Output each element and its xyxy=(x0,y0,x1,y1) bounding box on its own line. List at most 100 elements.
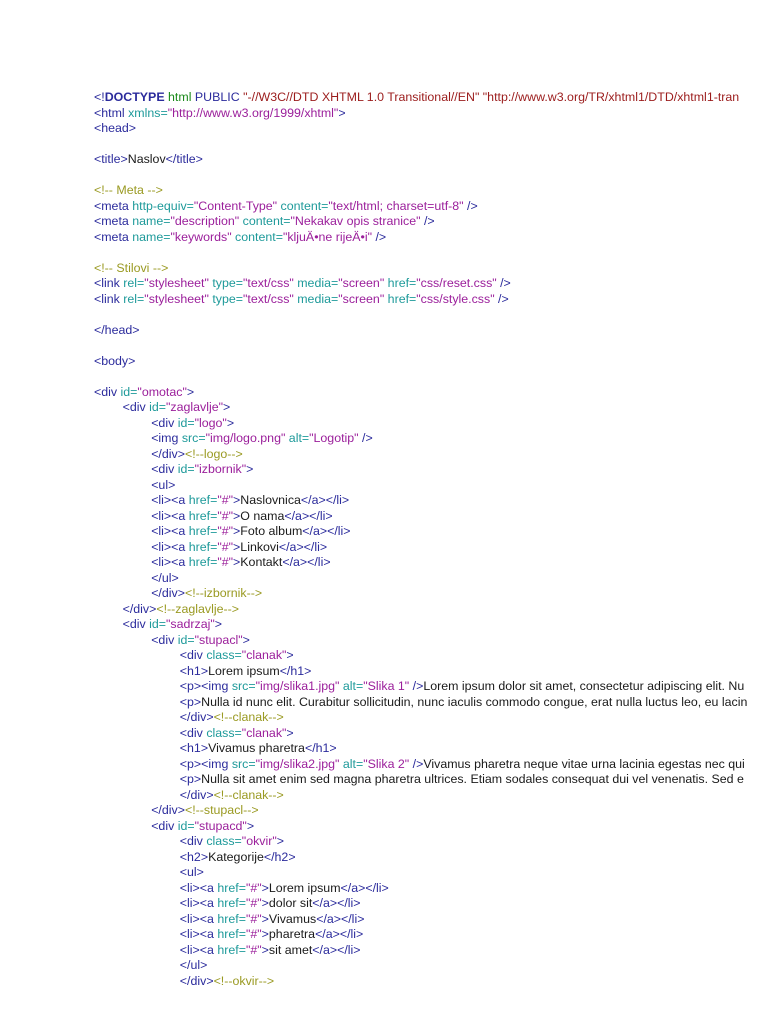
attribute-name-token: class= xyxy=(206,648,242,662)
tag-token: /> xyxy=(496,276,511,290)
attribute-name-token: class= xyxy=(206,834,242,848)
attribute-value-token: "text/css" xyxy=(243,291,294,306)
code-line: <h2>Kategorije</h2> xyxy=(94,850,768,866)
tag-token: > xyxy=(223,400,231,414)
attribute-name-token: id= xyxy=(177,632,195,647)
tag-token: <meta xyxy=(94,198,133,213)
attribute-value-token: "#" xyxy=(245,927,262,941)
attribute-name-token: href= xyxy=(217,911,246,926)
tag-token: <! xyxy=(94,90,105,104)
attribute-name-token: href= xyxy=(217,896,246,910)
code-line: <li><a href="#">Lorem ipsum</a></li> xyxy=(94,881,768,897)
attribute-value-token: "omotac" xyxy=(137,384,187,399)
doctype-name-token: html xyxy=(164,90,192,104)
attribute-name-token: id= xyxy=(120,384,138,399)
attribute-value-token: "sadrzaj" xyxy=(166,617,215,631)
tag-token: <p> xyxy=(179,694,202,709)
tag-token: <li><a xyxy=(151,555,189,569)
attribute-name-token: content= xyxy=(277,198,329,213)
attribute-name-token: href= xyxy=(188,539,218,554)
tag-token: > xyxy=(261,880,269,895)
tag-token: <img xyxy=(151,431,182,445)
attribute-name-token: xmlns= xyxy=(128,105,168,120)
tag-token: > xyxy=(242,632,250,647)
text-token: O nama xyxy=(240,508,285,523)
tag-token: > xyxy=(261,911,269,926)
code-line: <img src="img/logo.png" alt="Logotip" /> xyxy=(94,431,768,447)
text-token: Nulla sit amet enim sed magna pharetra u… xyxy=(201,772,744,786)
tag-token: <div xyxy=(179,725,207,740)
code-line: <!-- Stilovi --> xyxy=(94,261,768,277)
attribute-name-token: src= xyxy=(231,756,256,771)
attribute-value-token: "http://www.w3.org/1999/xhtml" xyxy=(167,105,339,120)
tag-token: > xyxy=(261,942,269,957)
code-line: </head> xyxy=(94,323,768,339)
attribute-value-token: "Slika 1" xyxy=(363,679,410,693)
tag-token: <ul> xyxy=(151,477,176,492)
attribute-value-token: "Content-Type" xyxy=(193,198,278,213)
attribute-value-token: "css/reset.css" xyxy=(416,276,497,290)
code-line: </ul> xyxy=(94,958,768,974)
attribute-name-token: href= xyxy=(188,493,218,507)
code-listing: <!DOCTYPE html PUBLIC "-//W3C//DTD XHTML… xyxy=(94,90,768,989)
tag-token: </a></li> xyxy=(302,524,351,538)
attribute-name-token: src= xyxy=(181,431,206,445)
tag-token: </a></li> xyxy=(312,896,361,910)
code-line: <ul> xyxy=(94,478,768,494)
tag-token: <p> xyxy=(179,772,202,786)
code-line: <p><img src="img/slika2.jpg" alt="Slika … xyxy=(94,757,768,773)
tag-token: > xyxy=(246,462,254,476)
tag-token: </div> xyxy=(179,973,214,988)
comment-token: <!--stupacl--> xyxy=(184,803,259,817)
tag-token: PUBLIC xyxy=(191,90,240,104)
code-line: <!DOCTYPE html PUBLIC "-//W3C//DTD XHTML… xyxy=(94,90,768,106)
code-line: <title>Naslov</title> xyxy=(94,152,768,168)
text-token: sit amet xyxy=(268,942,313,957)
code-line: </div><!--logo--> xyxy=(94,447,768,463)
attribute-name-token: rel= xyxy=(123,276,145,290)
attribute-value-token: "logo" xyxy=(194,415,227,430)
attribute-value-token: "zaglavlje" xyxy=(166,400,224,414)
tag-token: </a></li> xyxy=(300,493,350,507)
tag-token: </a></li> xyxy=(278,539,328,554)
tag-token: </div> xyxy=(179,710,214,724)
tag-token: /> xyxy=(494,291,509,306)
code-line: <meta name="keywords" content="kljuÄ•ne … xyxy=(94,230,768,246)
tag-token: <li><a xyxy=(151,524,189,538)
attribute-name-token: href= xyxy=(217,927,246,941)
tag-token: > xyxy=(246,818,255,833)
attribute-name-token: media= xyxy=(293,276,339,290)
attribute-value-token: "#" xyxy=(245,942,262,957)
attribute-name-token: name= xyxy=(132,229,171,244)
comment-token: <!--izbornik--> xyxy=(184,586,263,600)
attribute-name-token: href= xyxy=(217,880,246,895)
tag-token: <div xyxy=(151,462,178,476)
comment-token: <!-- Meta --> xyxy=(94,183,163,197)
tag-token: <div xyxy=(151,818,178,833)
attribute-value-token: "#" xyxy=(245,911,262,926)
tag-token: </head> xyxy=(94,322,140,337)
tag-token: </title> xyxy=(165,152,203,166)
tag-token: <div xyxy=(151,415,178,430)
code-line: <div id="stupacd"> xyxy=(94,819,768,835)
text-token: Naslovnica xyxy=(240,493,301,507)
tag-token: <div xyxy=(94,384,121,399)
code-line: <h1>Vivamus pharetra</h1> xyxy=(94,741,768,757)
attribute-value-token: "text/css" xyxy=(243,276,294,290)
attribute-value-token: "stupacd" xyxy=(194,818,247,833)
code-line: <ul> xyxy=(94,865,768,881)
tag-token: <title> xyxy=(94,152,128,166)
attribute-value-token: "#" xyxy=(217,524,234,538)
code-line: <div id="sadrzaj"> xyxy=(94,617,768,633)
tag-token: <div xyxy=(151,632,178,647)
tag-token: <div xyxy=(122,400,150,414)
tag-token: <li><a xyxy=(151,508,189,523)
text-token: pharetra xyxy=(268,927,316,941)
tag-token: <head> xyxy=(94,121,137,135)
attribute-value-token: "text/html; charset=utf-8" xyxy=(328,198,464,213)
attribute-name-token: id= xyxy=(177,818,195,833)
tag-token: <ul> xyxy=(179,865,204,879)
